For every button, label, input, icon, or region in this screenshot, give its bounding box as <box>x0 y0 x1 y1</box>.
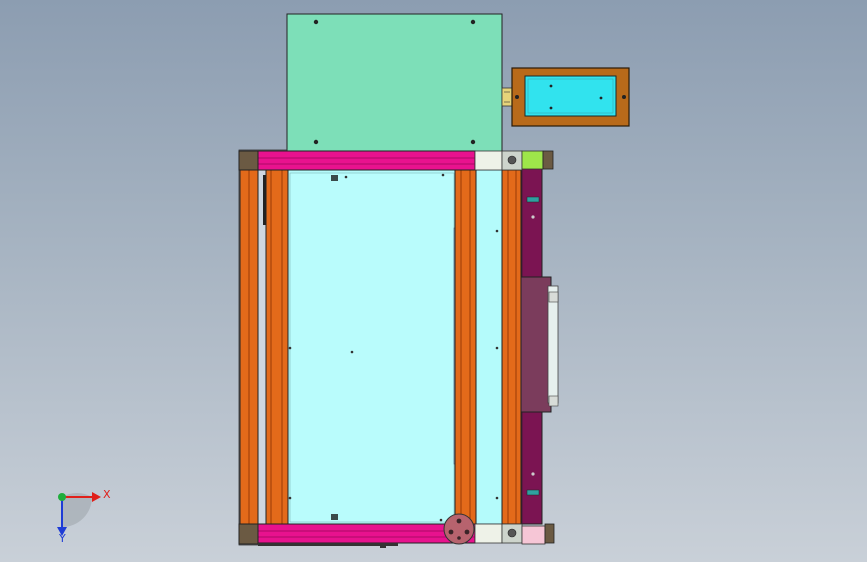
screw-icon <box>441 173 445 177</box>
knob-hole <box>456 518 462 524</box>
knob-hole <box>464 529 470 535</box>
screw-icon <box>470 19 476 25</box>
motor-knob <box>548 395 559 407</box>
screw-icon <box>313 139 319 145</box>
slider-bracket <box>526 196 540 203</box>
z-axis-dot-icon <box>58 493 66 501</box>
control-box-panel <box>286 13 503 153</box>
clamp-icon <box>331 175 338 181</box>
base-strip-tick <box>380 544 386 548</box>
motor-cap <box>547 285 559 404</box>
control-box[interactable] <box>286 13 503 153</box>
motor-knob <box>548 291 559 303</box>
screw-icon <box>344 175 348 179</box>
axis-triad: X Y <box>57 488 111 545</box>
knob-hole <box>448 529 454 535</box>
screw-icon <box>531 215 535 219</box>
end-cap-pink <box>521 525 546 545</box>
screw-icon <box>549 84 553 88</box>
x-axis-arrow-icon <box>92 492 101 502</box>
corner-block <box>238 150 259 171</box>
screw-icon <box>622 95 626 99</box>
display-unit[interactable] <box>511 67 630 127</box>
rail-dark-strip <box>263 175 266 225</box>
rail-left-inner[interactable] <box>265 169 289 525</box>
screw-icon <box>439 518 443 522</box>
screw-icon <box>495 229 499 233</box>
motor-body <box>519 276 552 413</box>
knob-hole <box>457 536 461 540</box>
rail-right-inner[interactable] <box>454 169 477 525</box>
screw-icon <box>470 139 476 145</box>
slider-bracket <box>526 489 540 496</box>
corner-block <box>542 150 554 170</box>
work-area-inner <box>289 172 455 523</box>
bearing-icon <box>507 528 517 538</box>
end-cap-green <box>521 150 544 170</box>
screw-icon <box>288 346 292 350</box>
triad-shadow <box>62 492 92 527</box>
screw-icon <box>549 106 553 110</box>
clamp-icon <box>331 514 338 520</box>
bottom-frame-bar[interactable] <box>257 523 476 544</box>
corner-block <box>238 523 259 545</box>
screw-icon <box>599 96 603 100</box>
top-frame-bar[interactable] <box>257 150 476 171</box>
display-screen <box>524 75 617 117</box>
screw-icon <box>515 95 519 99</box>
bearing-icon <box>507 155 517 165</box>
adjustment-knob[interactable] <box>443 513 475 545</box>
rail-right-outer[interactable] <box>501 169 522 525</box>
connector-stub <box>501 87 513 107</box>
screw-icon <box>495 346 499 350</box>
screw-icon <box>313 19 319 25</box>
x-axis-label: X <box>103 488 111 501</box>
screw-icon <box>531 472 535 476</box>
corner-block <box>544 523 555 544</box>
screw-icon <box>350 350 354 354</box>
end-block <box>474 523 503 544</box>
y-axis-label: Y <box>58 532 66 545</box>
screw-icon <box>495 496 499 500</box>
base-strip <box>258 543 398 546</box>
screw-icon <box>288 496 292 500</box>
cad-top-view: X Y <box>57 13 630 548</box>
end-block <box>474 150 503 171</box>
